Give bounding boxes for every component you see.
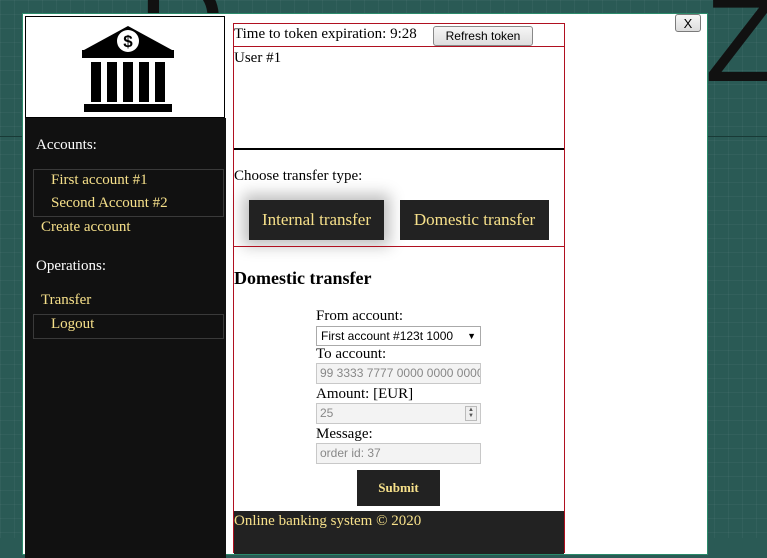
- to-account-input[interactable]: 99 3333 7777 0000 0000 0000: [316, 363, 481, 384]
- bank-logo: $: [25, 16, 225, 118]
- sidebar-item-transfer[interactable]: Transfer: [41, 292, 91, 309]
- domestic-transfer-button[interactable]: Domestic transfer: [400, 200, 549, 240]
- sidebar-item-first-account[interactable]: First account #1: [51, 172, 148, 189]
- token-expiration-text: Time to token expiration: 9:28: [234, 26, 417, 42]
- form-title: Domestic transfer: [234, 268, 372, 288]
- user-info-box: User #1: [234, 46, 564, 150]
- sidebar-item-second-account[interactable]: Second Account #2: [51, 195, 168, 212]
- from-account-value: First account #123t 1000: [321, 329, 454, 343]
- message-input[interactable]: order id: 37: [316, 443, 481, 464]
- chevron-down-icon: ▼: [467, 331, 476, 341]
- to-account-label: To account:: [316, 346, 387, 362]
- amount-input[interactable]: 25 ▲ ▼: [316, 403, 481, 424]
- from-account-label: From account:: [316, 308, 404, 324]
- close-button[interactable]: X: [675, 14, 701, 32]
- internal-transfer-button[interactable]: Internal transfer: [249, 200, 384, 240]
- submit-button[interactable]: Submit: [357, 470, 440, 506]
- amount-label: Amount: [EUR]: [316, 386, 414, 402]
- sidebar-item-logout[interactable]: Logout: [51, 316, 94, 333]
- svg-text:$: $: [123, 32, 133, 51]
- create-account-link[interactable]: Create account: [41, 219, 131, 236]
- footer-text: Online banking system © 2020: [234, 513, 422, 529]
- footer: Online banking system © 2020: [234, 511, 564, 554]
- number-stepper-icon[interactable]: ▲ ▼: [465, 406, 477, 421]
- accounts-heading: Accounts:: [36, 137, 97, 153]
- sidebar: Accounts: First account #1 Second Accoun…: [25, 118, 226, 558]
- banking-popup-window: X $ Accounts: First account #1 Second Ac…: [22, 13, 708, 558]
- from-account-select[interactable]: First account #123t 1000 ▼: [316, 326, 481, 346]
- section-divider: [234, 246, 564, 247]
- bank-building-icon: $: [82, 26, 174, 112]
- background-letter: Z: [705, 0, 767, 107]
- choose-transfer-type-label: Choose transfer type:: [234, 168, 363, 184]
- amount-placeholder: 25: [320, 406, 334, 420]
- user-label: User #1: [234, 50, 282, 66]
- message-label: Message:: [316, 426, 373, 442]
- operations-heading: Operations:: [36, 258, 106, 274]
- main-panel: Time to token expiration: 9:28 Refresh t…: [233, 23, 565, 554]
- refresh-token-button[interactable]: Refresh token: [433, 26, 533, 46]
